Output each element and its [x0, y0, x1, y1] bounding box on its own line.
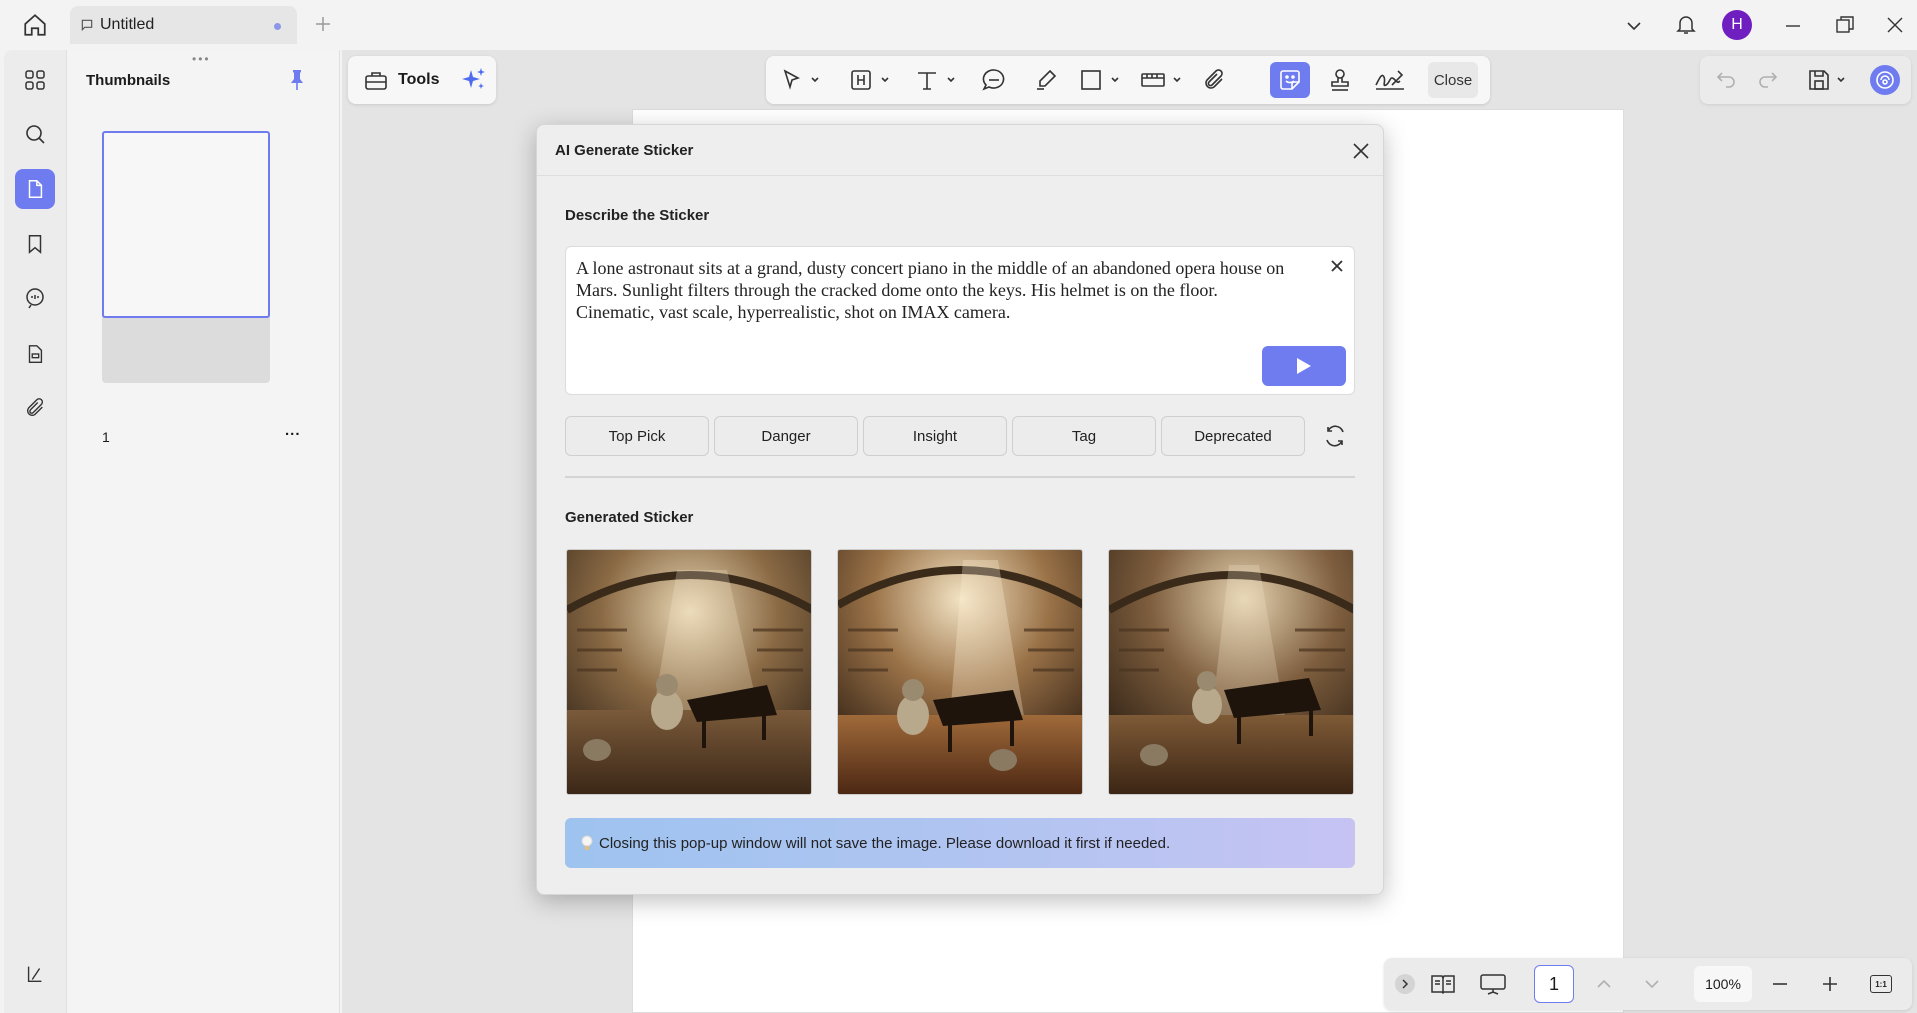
text-field-tool[interactable]: [846, 62, 896, 98]
expand-icon[interactable]: [1394, 968, 1416, 1000]
tools-label: Tools: [398, 71, 440, 88]
highlighter-tool[interactable]: [1028, 62, 1064, 98]
clear-prompt-icon[interactable]: [1330, 259, 1344, 273]
minimize-button[interactable]: [1782, 15, 1804, 37]
zoom-out-icon[interactable]: [1768, 968, 1792, 1000]
chip-insight[interactable]: Insight: [863, 416, 1007, 456]
left-rail: [4, 50, 66, 1013]
ai-sparkle-icon[interactable]: [461, 67, 487, 93]
stamp-tool[interactable]: [1322, 62, 1358, 98]
generated-sticker-2[interactable]: [837, 549, 1083, 795]
send-icon: [1297, 358, 1311, 374]
attach-tool[interactable]: [1196, 62, 1232, 98]
generated-sticker-1[interactable]: [566, 549, 812, 795]
actual-size-label: 1:1: [1870, 975, 1892, 993]
undo-icon[interactable]: [1714, 68, 1738, 92]
restore-button[interactable]: [1834, 14, 1856, 36]
search-icon[interactable]: [15, 114, 55, 154]
status-bar: 1 100% 1:1: [1384, 958, 1912, 1010]
ai-assistant-icon[interactable]: [1870, 65, 1900, 95]
redo-icon[interactable]: [1756, 68, 1780, 92]
thumbnail-page-number: 1: [102, 429, 110, 445]
bell-icon[interactable]: [1674, 12, 1698, 36]
chip-deprecated[interactable]: Deprecated: [1161, 416, 1305, 456]
new-tab-button[interactable]: [313, 14, 333, 34]
send-button[interactable]: [1262, 346, 1346, 386]
comment-tool[interactable]: [976, 62, 1012, 98]
toolbox-icon: [364, 69, 388, 91]
two-page-view-icon[interactable]: [1428, 968, 1458, 1000]
page-thumbnail[interactable]: [102, 131, 270, 383]
attachment-icon[interactable]: [15, 388, 55, 428]
form-icon[interactable]: [15, 334, 55, 374]
actual-size-button[interactable]: 1:1: [1868, 968, 1894, 1000]
refresh-icon[interactable]: [1323, 424, 1347, 448]
sidebar-toggle-icon[interactable]: [15, 954, 55, 994]
home-icon[interactable]: [22, 12, 48, 38]
signature-tool[interactable]: [1370, 62, 1410, 98]
chip-tag[interactable]: Tag: [1012, 416, 1156, 456]
zoom-level[interactable]: 100%: [1694, 966, 1752, 1002]
measure-tool[interactable]: [1136, 62, 1188, 98]
zoom-in-icon[interactable]: [1818, 968, 1842, 1000]
prompt-text[interactable]: A lone astronaut sits at a grand, dusty …: [576, 257, 1296, 323]
presentation-icon[interactable]: [1478, 968, 1508, 1000]
describe-label: Describe the Sticker: [565, 207, 710, 224]
tab-title: Untitled: [100, 16, 155, 33]
chevron-down-icon[interactable]: [1624, 16, 1644, 36]
drag-handle[interactable]: •••: [192, 52, 211, 66]
prompt-input[interactable]: A lone astronaut sits at a grand, dusty …: [565, 246, 1355, 395]
chip-danger[interactable]: Danger: [714, 416, 858, 456]
dialog-title: AI Generate Sticker: [555, 142, 694, 159]
document-tab[interactable]: Untitled: [70, 6, 297, 44]
generated-sticker-3[interactable]: [1108, 549, 1354, 795]
sticker-tool[interactable]: [1270, 62, 1310, 98]
prev-page-icon[interactable]: [1592, 968, 1616, 1000]
thumbnail-more-button[interactable]: ...: [285, 422, 301, 439]
close-window-button[interactable]: [1884, 14, 1906, 36]
tools-button[interactable]: Tools: [348, 56, 496, 104]
comment-icon: [80, 18, 94, 32]
unsaved-indicator: [274, 23, 281, 30]
lightbulb-icon: [581, 835, 593, 851]
close-icon[interactable]: [1351, 141, 1371, 161]
notice-banner: Closing this pop-up window will not save…: [565, 818, 1355, 868]
thumbnails-panel: ••• Thumbnails 1 ...: [66, 50, 340, 1013]
panel-title: Thumbnails: [86, 72, 171, 89]
toolbar-close-button[interactable]: Close: [1428, 62, 1478, 98]
notice-text: Closing this pop-up window will not save…: [599, 834, 1171, 852]
pin-icon[interactable]: [287, 69, 307, 91]
page-icon[interactable]: [15, 169, 55, 209]
generated-label: Generated Sticker: [565, 509, 694, 526]
shape-tool[interactable]: [1076, 62, 1126, 98]
next-page-icon[interactable]: [1640, 968, 1664, 1000]
ai-sticker-dialog: AI Generate Sticker Describe the Sticker…: [536, 124, 1384, 895]
bookmark-icon[interactable]: [15, 224, 55, 264]
section-divider: [565, 476, 1355, 478]
comments-icon[interactable]: [15, 278, 55, 318]
main-toolbar: Close: [766, 56, 1490, 104]
quick-actions: [1700, 56, 1911, 104]
thumbnail-selection: [102, 131, 270, 318]
save-icon[interactable]: [1806, 67, 1850, 93]
text-tool[interactable]: [912, 62, 962, 98]
dialog-divider: [537, 175, 1383, 176]
select-tool[interactable]: [776, 62, 824, 98]
page-number-input[interactable]: 1: [1534, 965, 1574, 1003]
avatar[interactable]: H: [1722, 10, 1752, 40]
chip-top-pick[interactable]: Top Pick: [565, 416, 709, 456]
apps-icon[interactable]: [15, 60, 55, 100]
